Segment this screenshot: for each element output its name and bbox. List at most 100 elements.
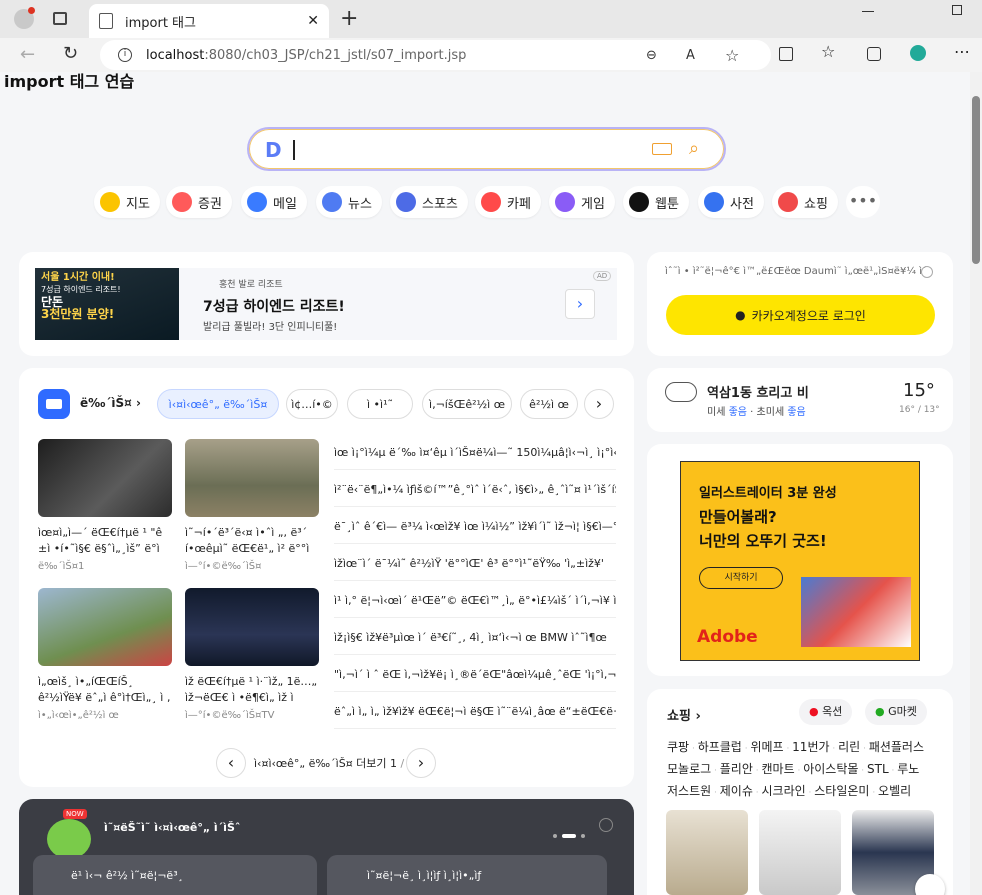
shortcut-label: 스포츠 bbox=[422, 196, 458, 212]
news-caption[interactable]: ì„œìš¸ ì•„íŒŒíŠ¸ ê²½ìŸë¥ ëˆ„ì ê°ì†Œì„¸ ì… bbox=[38, 674, 172, 708]
collections-icon[interactable] bbox=[867, 47, 881, 61]
adobe-cta-button[interactable]: 시작하기 bbox=[699, 567, 783, 589]
news-headline[interactable]: ìžìœ¨ì´ ë¯¼ì˜ ê²½ìŸ 'ë°°ìŒ' ê³ ë°°ì¹˜ëŸ‰… bbox=[334, 547, 616, 581]
more-shortcuts-button[interactable]: ••• bbox=[846, 186, 880, 218]
pills-next-button[interactable]: › bbox=[584, 389, 614, 419]
search-icon[interactable]: ⌕ bbox=[689, 138, 699, 159]
gmarket-link[interactable]: ● G마켓 bbox=[865, 699, 927, 725]
shopping-tag[interactable]: 모놀로그 bbox=[667, 760, 711, 777]
news-prev-button[interactable]: ‹ bbox=[216, 748, 246, 778]
search-box[interactable]: D ⌕ bbox=[247, 127, 726, 171]
news-headline[interactable]: ìœ ì¡°ì¼µ ë´‰ ì¤‘êµ­ ì´ìŠ¤ë¼ì—˜ 150ì¼µâ¦… bbox=[334, 436, 616, 470]
shortcut-map[interactable]: 지도 bbox=[94, 186, 160, 218]
read-aloud-icon[interactable]: A bbox=[686, 48, 695, 63]
news-category-pill[interactable]: ê²½ì œ bbox=[520, 389, 578, 419]
shortcut-mail[interactable]: 메일 bbox=[241, 186, 307, 218]
ad-banner[interactable]: 서울 1시간 이내! 7성급 하이엔드 리조트! 단돈 3천만원 분양! 홍천 … bbox=[35, 268, 617, 340]
now-badge: NOW bbox=[63, 809, 87, 819]
news-thumb-1[interactable] bbox=[38, 439, 172, 517]
shopping-tag[interactable]: 저스트원 bbox=[667, 782, 711, 799]
shopping-tag[interactable]: 아이스탁몰 bbox=[803, 760, 858, 777]
keyboard-icon[interactable] bbox=[652, 143, 672, 155]
shopping-tag[interactable]: 제이슈 bbox=[720, 782, 753, 799]
shopping-tag[interactable]: 하프클럽 bbox=[698, 738, 742, 755]
shopping-tag[interactable]: 패션플러스 bbox=[869, 738, 924, 755]
shopping-tag[interactable]: 루노 bbox=[897, 760, 919, 777]
shopping-tag[interactable]: 11번가 bbox=[792, 738, 829, 755]
shortcut-news[interactable]: 뉴스 bbox=[316, 186, 382, 218]
shopping-tag[interactable]: 리린 bbox=[838, 738, 860, 755]
news-category-pill[interactable]: ì •ì¹˜ bbox=[347, 389, 413, 419]
promo-chip-1[interactable]: ë¹ ì‹¬ ê²½ ì˜¤ë¦¬ë³¸ bbox=[33, 855, 317, 895]
split-screen-icon[interactable] bbox=[779, 47, 793, 61]
auction-link[interactable]: ● 옥션 bbox=[799, 699, 853, 725]
shortcut-label: 쇼핑 bbox=[804, 196, 828, 212]
shortcut-shopping[interactable]: 쇼핑 bbox=[772, 186, 838, 218]
shopping-tag[interactable]: 쿠팡 bbox=[667, 738, 689, 755]
news-category-pill[interactable]: ì‹¤ì‹œê°„ ë‰´ìŠ¤ bbox=[157, 389, 279, 419]
extensions-icon[interactable] bbox=[910, 45, 926, 61]
favorite-star-icon[interactable]: ☆ bbox=[725, 46, 739, 65]
shopping-tag[interactable]: 플리안 bbox=[720, 760, 753, 777]
news-title[interactable]: ë‰´ìŠ¤ › bbox=[80, 396, 141, 410]
shopping-tag[interactable]: 캔마트 bbox=[761, 760, 794, 777]
info-icon[interactable] bbox=[921, 266, 933, 278]
news-more-link[interactable]: ì‹¤ì‹œê°„ ë‰´ìŠ¤ 더보기 1 / 3 bbox=[254, 755, 415, 771]
shortcut-sports[interactable]: 스포츠 bbox=[390, 186, 468, 218]
news-headline[interactable]: ì²¨ë‹¨ë¶„ì•¼ ìƒìš©í™”ê¸°ìˆ ì´ë‹ˆ, ì§€ì›„… bbox=[334, 473, 616, 507]
shopping-title[interactable]: 쇼핑 › bbox=[667, 705, 701, 724]
news-headline[interactable]: "ì‚¬ì´ ì ˆ ëŒ ì‚¬ìž¥ë¡ ì¸®ë´ëŒ"âœì¼µê¸ˆë… bbox=[334, 658, 616, 692]
news-headline[interactable]: ìž¡ì§€ ìž¥ë³µìœ ì´ ë³€í˜¸, 4ì¸ ì¤‘ì‹¬ì œ… bbox=[334, 621, 616, 655]
shopping-tag[interactable]: 스타일온미 bbox=[814, 782, 869, 799]
news-caption[interactable]: ì˜¬í•´ë³´ë‹¤ ì•ˆì „, ë³´ í•œêµ­ì˜ ëŒ€ë¹„… bbox=[185, 525, 319, 559]
url-host: localhost bbox=[146, 47, 205, 63]
maximize-icon[interactable] bbox=[952, 5, 962, 15]
ad-next-button[interactable]: › bbox=[565, 289, 595, 319]
new-tab-icon[interactable]: + bbox=[340, 6, 358, 31]
menu-icon[interactable]: ⋯ bbox=[954, 42, 970, 61]
shortcut-label: 카페 bbox=[507, 196, 531, 212]
adobe-ad-banner[interactable]: 일러스트레이터 3분 완성 만들어볼래? 너만의 오뚜기 굿즈! 시작하기 Ad… bbox=[680, 461, 920, 661]
address-bar[interactable]: i localhost:8080/ch03_JSP/ch21_jstl/s07_… bbox=[100, 40, 771, 70]
minimize-icon[interactable] bbox=[862, 11, 874, 12]
zoom-icon[interactable]: ⊖ bbox=[646, 48, 657, 63]
tab-actions-icon[interactable] bbox=[53, 12, 67, 25]
shortcut-game[interactable]: 게임 bbox=[549, 186, 615, 218]
carousel-dots[interactable] bbox=[553, 823, 593, 838]
news-caption[interactable]: ìœ¤ì„ì—´ ëŒ€í†µë ¹ "ê ±ì •í•˜ì§€ ë§ˆì„¸ì… bbox=[38, 525, 172, 559]
scrollbar[interactable] bbox=[970, 72, 982, 895]
favorites-icon[interactable]: ☆ bbox=[821, 42, 835, 61]
close-tab-icon[interactable]: ✕ bbox=[307, 13, 319, 29]
back-icon[interactable]: ← bbox=[20, 44, 35, 65]
shopping-tag[interactable]: 오벨리 bbox=[878, 782, 911, 799]
shopping-tag[interactable]: 위메프 bbox=[750, 738, 783, 755]
shortcut-webtoon[interactable]: 웹툰 bbox=[623, 186, 689, 218]
shopping-tag[interactable]: STL bbox=[867, 762, 889, 776]
promo-info-icon[interactable] bbox=[599, 818, 613, 832]
shortcut-stock[interactable]: 증권 bbox=[166, 186, 232, 218]
browser-tab[interactable]: import 태그 ✕ bbox=[89, 4, 329, 38]
promo-chip-2[interactable]: ì˜¤ë¦¬ë¸ ì¸ì¦ìƒ ì¸ì¦ì•„ìƒ bbox=[327, 855, 607, 895]
search-input[interactable] bbox=[293, 140, 295, 160]
site-info-icon[interactable]: i bbox=[118, 48, 132, 62]
news-caption[interactable]: ìž ëŒ€í†µë ¹ ì·¨ìž„ 1ë…„ ìž¬ëŒ€ ì •ë¶€ì„… bbox=[185, 674, 319, 708]
news-next-button[interactable]: › bbox=[406, 748, 436, 778]
news-category-pill[interactable]: ì¢…í•© bbox=[286, 389, 338, 419]
profile-avatar[interactable] bbox=[14, 7, 35, 29]
product-image-2[interactable] bbox=[759, 810, 841, 895]
promo-chip-2-label: ì˜¤ë¦¬ë¸ ì¸ì¦ìƒ ì¸ì¦ì•„ìƒ bbox=[367, 869, 482, 882]
product-image-1[interactable] bbox=[666, 810, 748, 895]
shopping-tag[interactable]: 시크라인 bbox=[761, 782, 805, 799]
news-thumb-3[interactable] bbox=[38, 588, 172, 666]
news-thumb-2[interactable] bbox=[185, 439, 319, 517]
news-headline[interactable]: ì¹ ì‚° ë¦¬ì‹œì´ ë¹Œë”© ëŒ€ì™¸ì„ ë°•ì£¼ìš… bbox=[334, 584, 616, 618]
refresh-icon[interactable]: ↻ bbox=[63, 43, 78, 64]
news-thumb-4[interactable] bbox=[185, 588, 319, 666]
scrollbar-thumb[interactable] bbox=[972, 96, 980, 264]
shortcut-cafe[interactable]: 카페 bbox=[475, 186, 541, 218]
shortcut-dictionary[interactable]: 사전 bbox=[698, 186, 764, 218]
news-category-pill[interactable]: ì‚¬íšŒê²½ì œ bbox=[422, 389, 512, 419]
news-headline[interactable]: ëˆ„ì ì„ ì„ ìž¥ìž¥ ëŒ€ë¦¬ì ë§Œ ì˜¨ë¼ì¸âœ … bbox=[334, 695, 616, 729]
news-headline[interactable]: ë¯¸ìˆ ê´€ì— ë³¼ ì‹œìž¥ ìœ ì¼ì½” ìž¥ì´ì˜ … bbox=[334, 510, 616, 544]
kakao-login-button[interactable]: ● 카카오계정으로 로그인 bbox=[666, 295, 935, 335]
